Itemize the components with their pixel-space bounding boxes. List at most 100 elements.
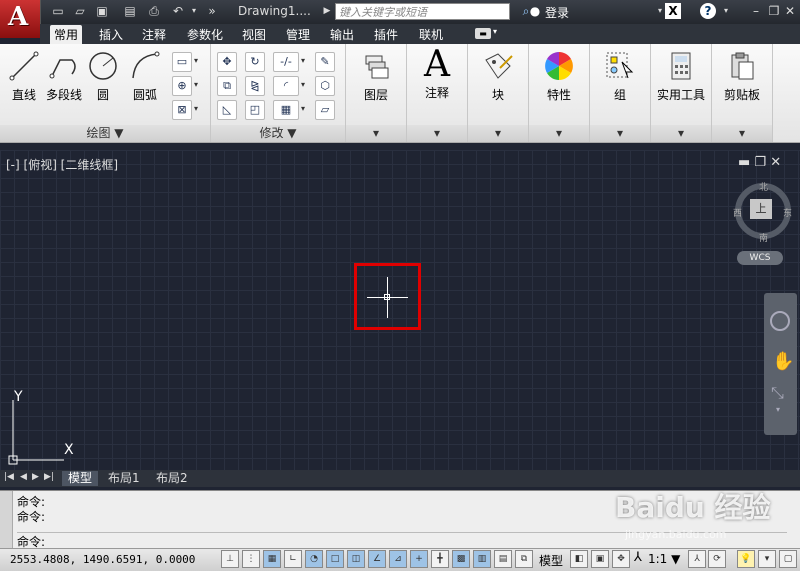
- viewcube-west[interactable]: 西: [733, 206, 742, 219]
- undo-icon[interactable]: ↶: [170, 3, 186, 19]
- close-icon[interactable]: ✕: [782, 3, 798, 19]
- annotation-monitor-icon[interactable]: ⧉: [515, 550, 533, 568]
- scale-icon[interactable]: ◰: [245, 100, 265, 120]
- fillet-dropdown-icon[interactable]: ▾: [301, 80, 305, 89]
- toolbar-lock-icon[interactable]: ▾: [758, 550, 776, 568]
- layers-button[interactable]: 图层: [354, 50, 398, 103]
- layout-nav-last-icon[interactable]: ▶|: [44, 472, 54, 482]
- pan-hand-icon[interactable]: ✋: [772, 351, 794, 372]
- clean-screen-icon[interactable]: ▢: [779, 550, 797, 568]
- properties-button[interactable]: 特性: [537, 50, 581, 103]
- move-icon[interactable]: ✥: [217, 52, 237, 72]
- hatch-icon[interactable]: ⊕: [172, 76, 192, 96]
- group-button[interactable]: 组: [598, 50, 642, 103]
- stretch-icon[interactable]: ◺: [217, 100, 237, 120]
- layout-nav-next-icon[interactable]: ▶: [32, 472, 39, 482]
- model-space-button[interactable]: 模型: [539, 552, 563, 569]
- layout-tab-layout2[interactable]: 布局2: [150, 471, 194, 486]
- explode-icon[interactable]: ⬡: [315, 76, 335, 96]
- tab-insert[interactable]: 插入: [95, 25, 127, 45]
- erase-icon[interactable]: ✎: [315, 52, 335, 72]
- command-window-grip[interactable]: [0, 491, 13, 549]
- layout-tab-model[interactable]: 模型: [62, 471, 99, 486]
- pan-icon[interactable]: ✥: [612, 550, 630, 568]
- copy-icon[interactable]: ⧉: [217, 76, 237, 96]
- rectangle-dropdown-icon[interactable]: ▾: [194, 56, 198, 65]
- modify-panel-title[interactable]: 修改 ▼: [211, 125, 345, 142]
- viewcube-east[interactable]: 东: [783, 206, 792, 219]
- object-snap-icon[interactable]: □: [326, 550, 344, 568]
- tab-output[interactable]: 输出: [326, 25, 358, 45]
- ribbon-toggle-dropdown-icon[interactable]: ▾: [493, 27, 497, 36]
- array-dropdown-icon[interactable]: ▾: [301, 104, 305, 113]
- viewcube-top-face[interactable]: 上: [750, 199, 772, 219]
- grid-display-icon[interactable]: ▦: [263, 550, 281, 568]
- properties-expand-icon[interactable]: ▾: [529, 125, 589, 142]
- title-arrow-icon[interactable]: ▶: [319, 3, 335, 19]
- fillet-icon[interactable]: ◜: [273, 76, 299, 96]
- arc-tool[interactable]: 圆弧: [128, 50, 162, 103]
- quick-view-drawings-icon[interactable]: ▣: [591, 550, 609, 568]
- viewport-label[interactable]: [-] [俯视] [二维线框]: [6, 156, 118, 173]
- block-button[interactable]: 块: [476, 50, 520, 103]
- polyline-tool[interactable]: 多段线: [44, 50, 84, 103]
- trim-icon[interactable]: -/-: [273, 52, 299, 72]
- circle-tool[interactable]: 圆: [86, 50, 120, 103]
- save-as-icon[interactable]: ▤: [122, 3, 138, 19]
- search-input[interactable]: 键入关键字或短语: [335, 3, 510, 20]
- open-folder-icon[interactable]: ▱: [72, 3, 88, 19]
- exchange-icon[interactable]: X: [665, 3, 681, 19]
- tab-online[interactable]: 联机: [415, 25, 447, 45]
- layout-nav-first-icon[interactable]: |◀: [4, 472, 14, 482]
- restore-icon[interactable]: ❐: [766, 3, 782, 19]
- region-dropdown-icon[interactable]: ▾: [194, 104, 198, 113]
- dynamic-ucs-icon[interactable]: ⊿: [389, 550, 407, 568]
- quick-view-layouts-icon[interactable]: ◧: [570, 550, 588, 568]
- tab-parametric[interactable]: 参数化: [183, 25, 227, 45]
- mirror-icon[interactable]: ⧎: [245, 76, 265, 96]
- layout-tab-layout1[interactable]: 布局1: [102, 471, 146, 486]
- more-icon[interactable]: »: [204, 3, 220, 19]
- snap-mode-icon[interactable]: ⋮: [242, 550, 260, 568]
- draw-panel-title[interactable]: 绘图 ▼: [0, 125, 210, 142]
- application-menu-button[interactable]: A: [0, 0, 41, 38]
- transparency-icon[interactable]: ▩: [452, 550, 470, 568]
- viewcube-south[interactable]: 南: [759, 231, 768, 244]
- region-icon[interactable]: ⊠: [172, 100, 192, 120]
- help-dropdown-icon[interactable]: ▾: [718, 3, 734, 19]
- array-icon[interactable]: ▦: [273, 100, 299, 120]
- ortho-mode-icon[interactable]: ∟: [284, 550, 302, 568]
- 3d-osnap-icon[interactable]: ◫: [347, 550, 365, 568]
- isolate-objects-icon[interactable]: 💡: [737, 550, 755, 568]
- rectangle-icon[interactable]: ▭: [172, 52, 192, 72]
- help-icon[interactable]: ?: [700, 3, 716, 19]
- infer-constraints-icon[interactable]: ⊥: [221, 550, 239, 568]
- save-icon[interactable]: ▣: [94, 3, 110, 19]
- object-snap-tracking-icon[interactable]: ∠: [368, 550, 386, 568]
- group-expand-icon[interactable]: ▾: [590, 125, 650, 142]
- zoom-dropdown-icon[interactable]: ▾: [776, 405, 780, 414]
- annotation-visibility-icon[interactable]: ⅄: [688, 550, 706, 568]
- hatch-dropdown-icon[interactable]: ▾: [194, 80, 198, 89]
- utilities-expand-icon[interactable]: ▾: [651, 125, 711, 142]
- undo-dropdown-icon[interactable]: ▾: [186, 3, 202, 19]
- layers-expand-icon[interactable]: ▾: [346, 125, 406, 142]
- print-icon[interactable]: ⎙: [146, 3, 162, 19]
- clipboard-button[interactable]: 剪贴板: [718, 50, 766, 103]
- auto-scale-icon[interactable]: ⟳: [708, 550, 726, 568]
- polar-tracking-icon[interactable]: ◔: [305, 550, 323, 568]
- new-file-icon[interactable]: ▭: [50, 3, 66, 19]
- steering-wheel-icon[interactable]: [770, 311, 790, 331]
- tab-view[interactable]: 视图: [238, 25, 270, 45]
- viewcube-north[interactable]: 北: [759, 180, 768, 193]
- login-button[interactable]: 登录: [545, 4, 569, 21]
- annotation-scale[interactable]: 1:1 ▼: [648, 552, 680, 566]
- user-icon[interactable]: ●: [527, 3, 543, 19]
- zoom-extents-icon[interactable]: ⤡: [771, 383, 784, 403]
- wcs-menu[interactable]: WCS: [737, 251, 783, 265]
- annotation-expand-icon[interactable]: ▾: [407, 125, 467, 142]
- viewport-window-controls[interactable]: ▬ ❐ ✕: [738, 155, 781, 170]
- offset-icon[interactable]: ⏥: [315, 100, 335, 120]
- utilities-button[interactable]: 实用工具: [653, 50, 709, 103]
- ribbon-toggle-icon[interactable]: ▬: [475, 28, 491, 39]
